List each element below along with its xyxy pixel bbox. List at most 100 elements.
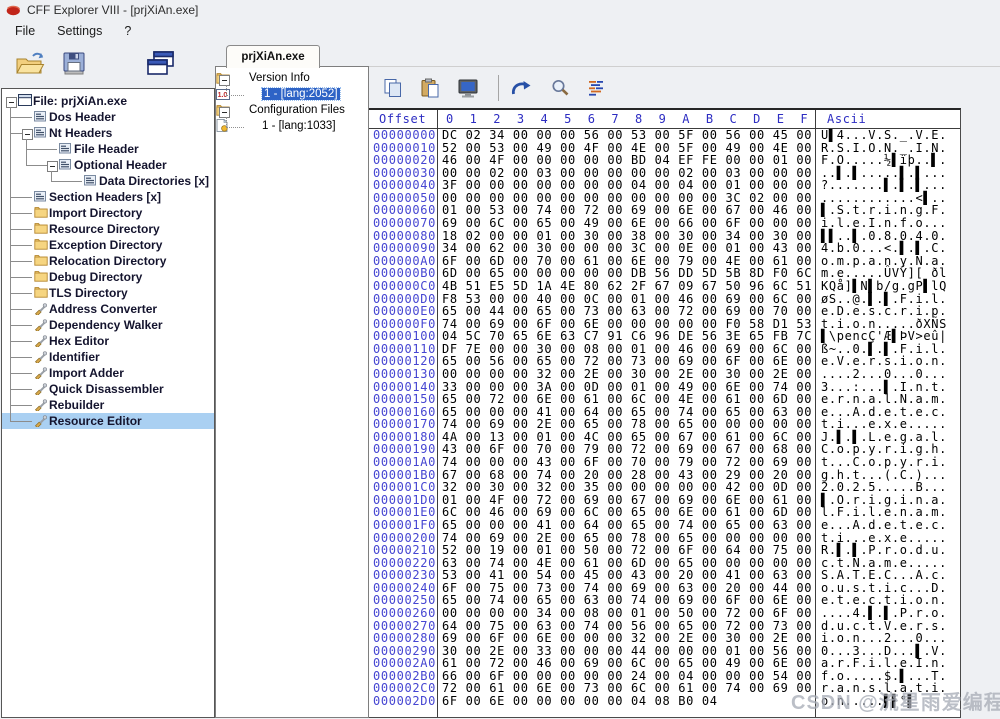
expander-minus[interactable] bbox=[47, 161, 58, 172]
hex-row[interactable]: 000000403F 00 00 00 00 00 00 00 04 00 04… bbox=[369, 179, 960, 192]
bytes-cell[interactable]: 32 00 30 00 32 00 35 00 00 00 00 00 42 0… bbox=[442, 481, 812, 494]
hex-row[interactable]: 000000E065 00 44 00 65 00 73 00 63 00 72… bbox=[369, 305, 960, 318]
bytes-cell[interactable]: 34 00 62 00 30 00 00 00 3C 00 0E 00 01 0… bbox=[442, 242, 812, 255]
tree-item-data-directories-x[interactable]: Data Directories [x] bbox=[2, 173, 214, 189]
go-to-icon[interactable] bbox=[509, 79, 533, 97]
tree-item-import-directory[interactable]: Import Directory bbox=[2, 205, 214, 221]
bytes-cell[interactable]: DC 02 34 00 00 00 56 00 53 00 5F 00 56 0… bbox=[442, 129, 812, 142]
paste-icon[interactable] bbox=[420, 78, 440, 98]
ascii-cell[interactable]: S.A.T.E.C...A.c. bbox=[821, 569, 947, 582]
bytes-cell[interactable]: 65 00 72 00 6E 00 61 00 6C 00 4E 00 61 0… bbox=[442, 393, 812, 406]
bytes-cell[interactable]: 00 00 00 00 32 00 2E 00 30 00 2E 00 30 0… bbox=[442, 368, 812, 381]
bytes-cell[interactable]: 65 00 44 00 65 00 73 00 63 00 72 00 69 0… bbox=[442, 305, 812, 318]
bytes-cell[interactable]: 4B 51 E5 5D 1A 4E 80 62 2F 67 09 67 50 9… bbox=[442, 280, 812, 293]
bytes-cell[interactable]: 61 00 72 00 46 00 69 00 6C 00 65 00 49 0… bbox=[442, 657, 812, 670]
tree-item-section-headers-x[interactable]: Section Headers [x] bbox=[2, 189, 214, 205]
menu-item-help[interactable]: ? bbox=[113, 22, 142, 40]
tree-item-identifier[interactable]: Identifier bbox=[2, 349, 214, 365]
hex-row[interactable]: 000001F065 00 00 00 41 00 64 00 65 00 74… bbox=[369, 519, 960, 532]
tree-item-resource-directory[interactable]: Resource Directory bbox=[2, 221, 214, 237]
save-file-icon[interactable] bbox=[60, 50, 88, 78]
hex-row[interactable]: 0000028069 00 6F 00 6E 00 00 00 32 00 2E… bbox=[369, 632, 960, 645]
tree-item-import-adder[interactable]: Import Adder bbox=[2, 365, 214, 381]
tree-item-hex-editor[interactable]: Hex Editor bbox=[2, 333, 214, 349]
ascii-cell[interactable]: e.D.e.s.c.r.i.p. bbox=[821, 305, 947, 318]
tree-item-resource-editor[interactable]: Resource Editor bbox=[2, 413, 214, 429]
search-icon[interactable] bbox=[550, 78, 570, 98]
bytes-cell[interactable]: 52 00 19 00 01 00 50 00 72 00 6F 00 64 0… bbox=[442, 544, 812, 557]
menu-item-settings[interactable]: Settings bbox=[46, 22, 113, 40]
tree-item-rebuilder[interactable]: Rebuilder bbox=[2, 397, 214, 413]
bytes-cell[interactable]: 69 00 6C 00 65 00 49 00 6E 00 66 00 6F 0… bbox=[442, 217, 812, 230]
ascii-cell[interactable]: i.l.e.I.n.f.o... bbox=[821, 217, 947, 230]
resource-item-1-lang-2052[interactable]: 1.01 - [lang:2052] bbox=[216, 87, 368, 103]
ascii-cell[interactable]: e.r.n.a.l.N.a.m. bbox=[821, 393, 947, 406]
hex-row[interactable]: 0000015065 00 72 00 6E 00 61 00 6C 00 4E… bbox=[369, 393, 960, 406]
tree-item-debug-directory[interactable]: Debug Directory bbox=[2, 269, 214, 285]
hex-row[interactable]: 000000C04B 51 E5 5D 1A 4E 80 62 2F 67 09… bbox=[369, 280, 960, 293]
ascii-cell[interactable]: Ü▌4...V.S._.V.E. bbox=[821, 129, 947, 142]
ascii-cell[interactable]: F.O.....½▌ïþ..▌. bbox=[821, 154, 947, 167]
resource-item-1-lang-1033[interactable]: 1 - [lang:1033] bbox=[216, 119, 368, 135]
bytes-cell[interactable]: 46 00 4F 00 00 00 00 00 BD 04 EF FE 00 0… bbox=[442, 154, 812, 167]
tree-item-quick-disassembler[interactable]: Quick Disassembler bbox=[2, 381, 214, 397]
bytes-cell[interactable]: 53 00 41 00 54 00 45 00 43 00 20 00 41 0… bbox=[442, 569, 812, 582]
ascii-cell[interactable]: t.i...e.x.e..... bbox=[821, 418, 947, 431]
document-tab[interactable]: prjXiAn.exe bbox=[226, 45, 320, 68]
menu-item-file[interactable]: File bbox=[4, 22, 46, 40]
ascii-cell[interactable]: 2.0.2.5.....B... bbox=[821, 481, 947, 494]
hex-row[interactable]: 000001A074 00 00 00 43 00 6F 00 70 00 79… bbox=[369, 456, 960, 469]
hex-row[interactable]: 0000010004 5C 70 65 6E 63 C7 91 C6 96 DE… bbox=[369, 330, 960, 343]
copy-icon[interactable] bbox=[383, 78, 403, 98]
expander-minus[interactable] bbox=[6, 97, 17, 108]
expander-minus[interactable] bbox=[22, 129, 33, 140]
bytes-cell[interactable]: 6F 00 6E 00 00 00 00 00 04 08 B0 04 bbox=[442, 695, 718, 708]
tree-item-dependency-walker[interactable]: Dependency Walker bbox=[2, 317, 214, 333]
ascii-cell[interactable]: ....4.▌.▌.P.r.o. bbox=[821, 607, 947, 620]
tree-item-address-converter[interactable]: Address Converter bbox=[2, 301, 214, 317]
tree-item-relocation-directory[interactable]: Relocation Directory bbox=[2, 253, 214, 269]
tree-item-optional-header[interactable]: Optional Header bbox=[2, 157, 214, 173]
ascii-cell[interactable]: i.o.n...2...0... bbox=[821, 632, 947, 645]
monitor-icon[interactable] bbox=[457, 78, 479, 98]
tree-item-nt-headers[interactable]: Nt Headers bbox=[2, 125, 214, 141]
hex-row[interactable]: 0000009034 00 62 00 30 00 00 00 3C 00 0E… bbox=[369, 242, 960, 255]
settings-lines-icon[interactable] bbox=[587, 79, 605, 97]
ascii-cell[interactable]: KQå]▌N▌b/g.gP▌lQ bbox=[821, 280, 947, 293]
hex-row[interactable]: 0000023053 00 41 00 54 00 45 00 43 00 20… bbox=[369, 569, 960, 582]
hex-row[interactable]: 0000017074 00 69 00 2E 00 65 00 78 00 65… bbox=[369, 418, 960, 431]
bytes-cell[interactable]: 69 00 6F 00 6E 00 00 00 32 00 2E 00 30 0… bbox=[442, 632, 812, 645]
ascii-cell[interactable]: e...A.d.e.t.e.c. bbox=[821, 519, 947, 532]
ascii-cell[interactable]: ?.......▌.▌.▌... bbox=[821, 179, 947, 192]
hex-row[interactable]: 0000002046 00 4F 00 00 00 00 00 BD 04 EF… bbox=[369, 154, 960, 167]
bytes-cell[interactable]: 74 00 69 00 2E 00 65 00 78 00 65 00 00 0… bbox=[442, 418, 812, 431]
cascade-windows-icon[interactable] bbox=[144, 50, 176, 78]
hex-row[interactable]: 000001C032 00 30 00 32 00 35 00 00 00 00… bbox=[369, 481, 960, 494]
tree-item-file-prjxian-exe[interactable]: File: prjXiAn.exe bbox=[2, 93, 214, 109]
open-file-icon[interactable] bbox=[14, 50, 46, 78]
ascii-cell[interactable]: t...C.o.p.y.r.i. bbox=[821, 456, 947, 469]
hex-row[interactable]: 0000013000 00 00 00 32 00 2E 00 30 00 2E… bbox=[369, 368, 960, 381]
hex-row[interactable]: 0000007069 00 6C 00 65 00 49 00 6E 00 66… bbox=[369, 217, 960, 230]
ascii-cell[interactable]: 4.b.0...<.▌.▌.C. bbox=[821, 242, 947, 255]
hex-row[interactable]: 000002A061 00 72 00 46 00 69 00 6C 00 65… bbox=[369, 657, 960, 670]
bytes-cell[interactable]: 74 00 00 00 43 00 6F 00 70 00 79 00 72 0… bbox=[442, 456, 812, 469]
tree-item-tls-directory[interactable]: TLS Directory bbox=[2, 285, 214, 301]
expander-minus[interactable] bbox=[219, 75, 230, 86]
bytes-cell[interactable]: 04 5C 70 65 6E 63 C7 91 C6 96 DE 56 3E 6… bbox=[442, 330, 812, 343]
resource-item-version-info[interactable]: Version Info bbox=[216, 71, 368, 87]
ascii-cell[interactable]: a.r.F.i.l.e.I.n. bbox=[821, 657, 947, 670]
hex-row[interactable]: 0000026000 00 00 00 34 00 08 00 01 00 50… bbox=[369, 607, 960, 620]
tree-item-exception-directory[interactable]: Exception Directory bbox=[2, 237, 214, 253]
expander-minus[interactable] bbox=[219, 107, 230, 118]
ascii-cell[interactable]: R.▌.▌.P.r.o.d.u. bbox=[821, 544, 947, 557]
bytes-cell[interactable]: 65 00 00 00 41 00 64 00 65 00 74 00 65 0… bbox=[442, 519, 812, 532]
bytes-cell[interactable]: 3F 00 00 00 00 00 00 00 04 00 04 00 01 0… bbox=[442, 179, 812, 192]
ascii-cell[interactable]: ▌\pencÇ'Æ▌ÞV>eû| bbox=[821, 330, 947, 343]
hex-row[interactable]: 00000000DC 02 34 00 00 00 56 00 53 00 5F… bbox=[369, 129, 960, 142]
hex-row[interactable]: 0000021052 00 19 00 01 00 50 00 72 00 6F… bbox=[369, 544, 960, 557]
tree-item-file-header[interactable]: File Header bbox=[2, 141, 214, 157]
ascii-cell[interactable]: ....2...0...0... bbox=[821, 368, 947, 381]
bytes-cell[interactable]: 00 00 00 00 34 00 08 00 01 00 50 00 72 0… bbox=[442, 607, 812, 620]
resource-item-configuration-files[interactable]: Configuration Files bbox=[216, 103, 368, 119]
